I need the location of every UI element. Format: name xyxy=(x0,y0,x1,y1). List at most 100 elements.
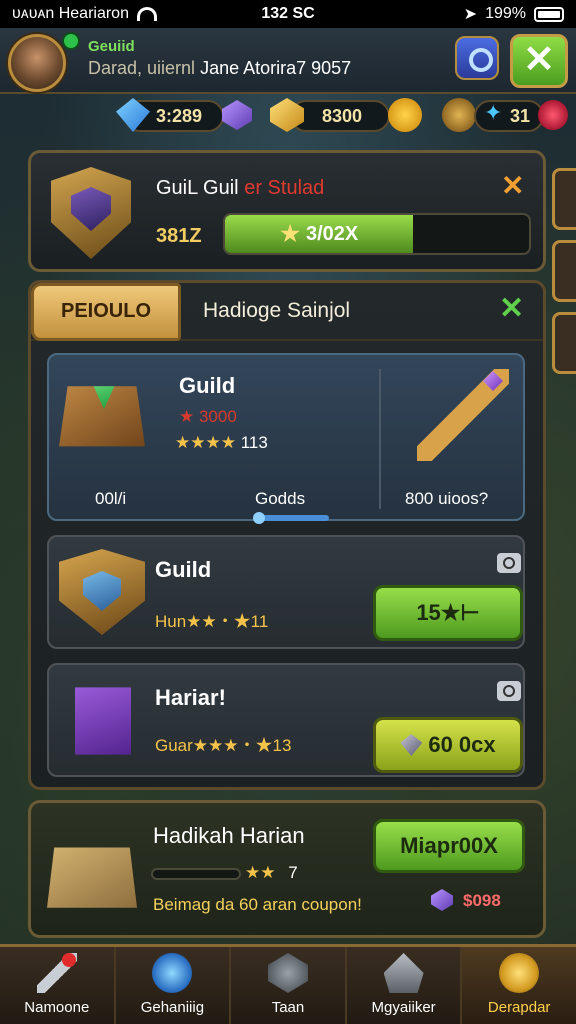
side-tab-3[interactable] xyxy=(552,312,576,374)
blue-star-icon: ✦ xyxy=(484,100,503,125)
quest-button-label: Miapr00X xyxy=(400,833,498,858)
side-tab-1[interactable] xyxy=(552,168,576,230)
featured-name: Guild xyxy=(179,373,236,398)
star-icon: ★ xyxy=(280,221,300,246)
quest-stars-value: ★★ xyxy=(245,863,276,882)
quest-panel: Hadikah Harian ★★ 7 Beimag da 60 aran co… xyxy=(28,800,546,938)
player-name: Jane Atorira7 9057 xyxy=(200,58,352,78)
nav-label: Mgyaiiker xyxy=(371,999,436,1016)
camera-icon[interactable] xyxy=(497,553,521,573)
sun-emblem-icon xyxy=(499,953,540,993)
shop-item-card[interactable]: Guild Hun★★・★11 15★⊢ xyxy=(47,535,525,649)
battery-icon xyxy=(534,6,564,22)
guild-panel: GuiL Guil er Stulad 381Z ★ 3/02X ✕ xyxy=(28,150,546,272)
featured-divider xyxy=(379,369,381,509)
buy-button[interactable]: 15★⊢ xyxy=(373,585,523,641)
featured-rating-value: 113 xyxy=(240,433,268,452)
notification-badge xyxy=(62,32,80,50)
list-title: Hadioge Sainjol xyxy=(203,299,351,322)
player-rank: Geuiid xyxy=(88,38,135,55)
side-tab-2[interactable] xyxy=(552,240,576,302)
gold-counter[interactable]: 8300 xyxy=(290,100,390,132)
gem-icon xyxy=(400,734,423,756)
nav-item-taan[interactable]: Taan xyxy=(231,947,347,1024)
resource-bar: 3:289 8300 31 ✦ xyxy=(0,94,576,140)
ruby-icon[interactable] xyxy=(538,100,568,130)
buy-button[interactable]: 60 0cx xyxy=(373,717,523,773)
rune-icon xyxy=(267,953,308,993)
player-avatar[interactable] xyxy=(8,34,66,92)
nav-item-derapdar[interactable]: Derapdar xyxy=(462,947,576,1024)
quest-reward: $098 xyxy=(463,891,501,910)
quest-description: Beimag da 60 aran coupon! xyxy=(153,895,362,914)
guild-xp-value: 3/02X xyxy=(305,222,359,245)
notification-dot xyxy=(62,953,76,967)
shop-list-panel: PEIOULO Hadioge Sainjol ✕ Guild ★ 3000 ★… xyxy=(28,280,546,790)
featured-stars: ★★★★ xyxy=(175,433,236,452)
orb-icon xyxy=(152,953,193,993)
featured-rating: ★★★★ 113 xyxy=(175,433,268,453)
player-title: Darad, uiiernl xyxy=(88,58,196,78)
guild-xp-label: ★ 3/02X xyxy=(225,215,413,253)
list-close-icon[interactable]: ✕ xyxy=(499,291,524,326)
bottom-navigation: Namoone Gehaniiig Taan Mgyaiiker Derapda… xyxy=(0,944,576,1024)
nav-item-namoone[interactable]: Namoone xyxy=(0,947,116,1024)
helmet-icon xyxy=(383,953,424,993)
guild-close-icon[interactable]: ✕ xyxy=(501,169,524,202)
guild-crest-icon xyxy=(51,167,131,259)
guild-xp-bar: ★ 3/02X xyxy=(223,213,531,255)
featured-left-label: 00l/i xyxy=(95,489,127,508)
gold-value: 8300 xyxy=(322,106,363,126)
carrier-label: ᴜᴀᴜᴀn Heariaron xyxy=(12,5,129,22)
portal-button[interactable] xyxy=(455,36,499,80)
featured-item-card[interactable]: Guild ★ 3000 ★★★★ 113 00l/i Godds 800 ui… xyxy=(47,353,525,524)
quest-title: Hadikah Harian xyxy=(153,823,305,848)
nav-label: Namoone xyxy=(24,999,90,1016)
list-header: PEIOULO Hadioge Sainjol ✕ xyxy=(31,283,543,341)
buy-button-label: 60 0cx xyxy=(428,732,496,757)
item-rating: Guar★★★・★13 xyxy=(155,736,292,755)
status-bar: ᴜᴀᴜᴀn Heariaron 132 SC ➤ 199% xyxy=(0,0,576,28)
quest-stars: ★★ 7 xyxy=(245,863,298,883)
guild-level: 381Z xyxy=(156,225,202,247)
featured-center-label: Godds xyxy=(255,489,306,508)
shop-item-card[interactable]: Hariar! Guar★★★・★13 60 0cx xyxy=(47,663,525,777)
emerald-chest-icon xyxy=(59,386,145,447)
featured-carousel-indicator[interactable] xyxy=(253,512,329,524)
wifi-icon xyxy=(136,7,157,21)
featured-right-label: 800 uioos? xyxy=(405,489,489,508)
purple-gem-icon xyxy=(222,100,252,130)
lightning-icon xyxy=(388,98,422,132)
close-button[interactable]: ✕ xyxy=(510,34,568,88)
guild-status: er Stulad xyxy=(244,177,325,199)
nav-item-mgyaiiker[interactable]: Mgyaiiker xyxy=(347,947,463,1024)
nav-item-gehaniiig[interactable]: Gehaniiig xyxy=(116,947,232,1024)
guild-name: GuiL Guil xyxy=(156,177,239,199)
guild-title: GuiL Guil er Stulad xyxy=(156,177,324,200)
featured-price: ★ 3000 xyxy=(179,407,237,426)
gold-chest-icon xyxy=(47,847,137,908)
battery-percent: 199% xyxy=(485,5,526,22)
quest-progress-bar xyxy=(151,868,241,880)
player-header: Geuiid Darad, uiiernl Jane Atorira7 9057… xyxy=(0,28,576,94)
shield-icon xyxy=(59,549,145,635)
quest-count: 7 xyxy=(288,863,298,882)
nav-label: Gehaniiig xyxy=(140,999,205,1016)
quest-claim-button[interactable]: Miapr00X xyxy=(373,819,525,873)
purple-gem-icon xyxy=(431,889,453,911)
buy-button-label: 15★⊢ xyxy=(416,600,480,625)
camera-icon[interactable] xyxy=(497,681,521,701)
featured-price-value: 3000 xyxy=(198,407,237,426)
medal-icon xyxy=(442,98,476,132)
blue-gem-value: 3:289 xyxy=(156,106,203,126)
location-arrow-icon: ➤ xyxy=(463,6,478,23)
item-name: Guild xyxy=(155,557,212,582)
clock: 132 SC xyxy=(261,5,315,22)
magic-staff-icon xyxy=(417,369,509,461)
item-rating: Hun★★・★11 xyxy=(155,612,269,631)
nav-label: Taan xyxy=(271,999,305,1016)
purple-banner-icon xyxy=(75,687,131,755)
nav-label: Derapdar xyxy=(487,999,551,1016)
star-value: 31 xyxy=(510,106,531,126)
tab-plaque[interactable]: PEIOULO xyxy=(31,283,181,341)
